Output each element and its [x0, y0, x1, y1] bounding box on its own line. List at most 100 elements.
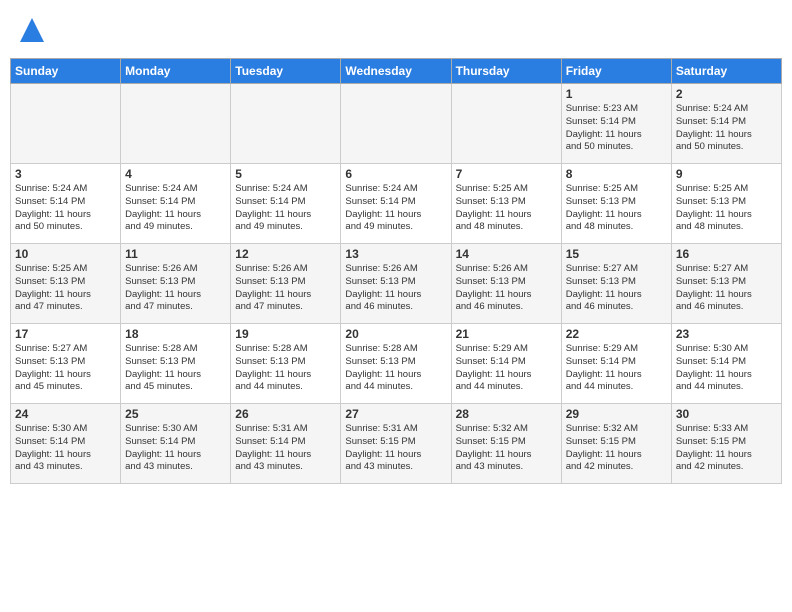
day-info-0-5: Sunrise: 5:23 AM Sunset: 5:14 PM Dayligh… [566, 103, 667, 154]
calendar-cell-3-0: 17Sunrise: 5:27 AM Sunset: 5:13 PM Dayli… [11, 324, 121, 404]
day-number-3-5: 22 [566, 327, 667, 341]
calendar-cell-3-3: 20 Sunrise: 5:28 AM Sunset: 5:13 PM Dayli… [341, 324, 451, 404]
header-monday: Monday [121, 59, 231, 84]
day-info-2-4: Sunrise: 5:26 AM Sunset: 5:13 PM Dayligh… [456, 263, 557, 314]
day-info-4-3: Sunrise: 5:31 AM Sunset: 5:15 PM Dayligh… [345, 423, 446, 474]
day-info-3-4: Sunrise: 5:29 AM Sunset: 5:14 PM Dayligh… [456, 343, 557, 394]
calendar-cell-1-2: 5 Sunrise: 5:24 AM Sunset: 5:14 PM Daylig… [231, 164, 341, 244]
day-number-3-6: 23 [676, 327, 777, 341]
calendar-cell-0-1 [121, 84, 231, 164]
day-number-1-4: 7 [456, 167, 557, 181]
calendar-cell-2-5: 15 Sunrise: 5:27 AM Sunset: 5:13 PM Dayli… [561, 244, 671, 324]
day-info-3-2: Sunrise: 5:28 AM Sunset: 5:13 PM Dayligh… [235, 343, 336, 394]
day-info-1-4: Sunrise: 5:25 AM Sunset: 5:13 PM Dayligh… [456, 183, 557, 234]
header-tuesday: Tuesday [231, 59, 341, 84]
calendar-cell-2-3: 13 Sunrise: 5:26 AM Sunset: 5:13 PM Dayli… [341, 244, 451, 324]
calendar-cell-2-2: 12 Sunrise: 5:26 AM Sunset: 5:13 PM Dayli… [231, 244, 341, 324]
calendar-cell-1-6: 9 Sunrise: 5:25 AM Sunset: 5:13 PM Daylig… [671, 164, 781, 244]
day-number-1-0: 3 [15, 167, 116, 181]
header-sunday: Sunday [11, 59, 121, 84]
day-info-1-3: Sunrise: 5:24 AM Sunset: 5:14 PM Dayligh… [345, 183, 446, 234]
day-number-4-0: 24 [15, 407, 116, 421]
calendar-cell-2-1: 11Sunrise: 5:26 AM Sunset: 5:13 PM Dayli… [121, 244, 231, 324]
day-info-2-3: Sunrise: 5:26 AM Sunset: 5:13 PM Dayligh… [345, 263, 446, 314]
day-info-3-0: Sunrise: 5:27 AM Sunset: 5:13 PM Dayligh… [15, 343, 116, 394]
day-info-3-3: Sunrise: 5:28 AM Sunset: 5:13 PM Dayligh… [345, 343, 446, 394]
day-number-4-4: 28 [456, 407, 557, 421]
calendar-week-0: 1 Sunrise: 5:23 AM Sunset: 5:14 PM Daylig… [11, 84, 782, 164]
day-info-2-0: Sunrise: 5:25 AM Sunset: 5:13 PM Dayligh… [15, 263, 116, 314]
calendar-cell-0-3 [341, 84, 451, 164]
day-number-4-5: 29 [566, 407, 667, 421]
calendar-cell-4-2: 26Sunrise: 5:31 AM Sunset: 5:14 PM Dayli… [231, 404, 341, 484]
day-info-3-6: Sunrise: 5:30 AM Sunset: 5:14 PM Dayligh… [676, 343, 777, 394]
day-number-4-6: 30 [676, 407, 777, 421]
day-number-1-5: 8 [566, 167, 667, 181]
calendar-week-2: 10Sunrise: 5:25 AM Sunset: 5:13 PM Dayli… [11, 244, 782, 324]
calendar-cell-4-1: 25Sunrise: 5:30 AM Sunset: 5:14 PM Dayli… [121, 404, 231, 484]
day-info-4-6: Sunrise: 5:33 AM Sunset: 5:15 PM Dayligh… [676, 423, 777, 474]
day-number-3-3: 20 [345, 327, 446, 341]
day-info-1-6: Sunrise: 5:25 AM Sunset: 5:13 PM Dayligh… [676, 183, 777, 234]
day-info-1-2: Sunrise: 5:24 AM Sunset: 5:14 PM Dayligh… [235, 183, 336, 234]
day-number-2-6: 16 [676, 247, 777, 261]
calendar-cell-2-4: 14 Sunrise: 5:26 AM Sunset: 5:13 PM Dayli… [451, 244, 561, 324]
day-info-1-1: Sunrise: 5:24 AM Sunset: 5:14 PM Dayligh… [125, 183, 226, 234]
calendar-cell-1-4: 7 Sunrise: 5:25 AM Sunset: 5:13 PM Daylig… [451, 164, 561, 244]
calendar-cell-0-0 [11, 84, 121, 164]
day-info-3-1: Sunrise: 5:28 AM Sunset: 5:13 PM Dayligh… [125, 343, 226, 394]
header-saturday: Saturday [671, 59, 781, 84]
calendar-header: Sunday Monday Tuesday Wednesday Thursday… [11, 59, 782, 84]
day-info-3-5: Sunrise: 5:29 AM Sunset: 5:14 PM Dayligh… [566, 343, 667, 394]
header-wednesday: Wednesday [341, 59, 451, 84]
calendar-cell-3-4: 21 Sunrise: 5:29 AM Sunset: 5:14 PM Dayli… [451, 324, 561, 404]
calendar-cell-1-5: 8 Sunrise: 5:25 AM Sunset: 5:13 PM Daylig… [561, 164, 671, 244]
day-number-2-2: 12 [235, 247, 336, 261]
day-info-4-0: Sunrise: 5:30 AM Sunset: 5:14 PM Dayligh… [15, 423, 116, 474]
calendar-cell-1-1: 4 Sunrise: 5:24 AM Sunset: 5:14 PM Daylig… [121, 164, 231, 244]
day-number-0-6: 2 [676, 87, 777, 101]
calendar-cell-0-6: 2 Sunrise: 5:24 AM Sunset: 5:14 PM Daylig… [671, 84, 781, 164]
day-number-1-6: 9 [676, 167, 777, 181]
day-number-2-4: 14 [456, 247, 557, 261]
day-number-1-3: 6 [345, 167, 446, 181]
day-number-4-3: 27 [345, 407, 446, 421]
day-info-4-5: Sunrise: 5:32 AM Sunset: 5:15 PM Dayligh… [566, 423, 667, 474]
day-info-1-5: Sunrise: 5:25 AM Sunset: 5:13 PM Dayligh… [566, 183, 667, 234]
day-info-2-5: Sunrise: 5:27 AM Sunset: 5:13 PM Dayligh… [566, 263, 667, 314]
day-info-0-6: Sunrise: 5:24 AM Sunset: 5:14 PM Dayligh… [676, 103, 777, 154]
day-number-2-3: 13 [345, 247, 446, 261]
day-number-3-4: 21 [456, 327, 557, 341]
calendar-cell-4-0: 24 Sunrise: 5:30 AM Sunset: 5:14 PM Dayli… [11, 404, 121, 484]
calendar-cell-1-0: 3 Sunrise: 5:24 AM Sunset: 5:14 PM Daylig… [11, 164, 121, 244]
calendar-table: Sunday Monday Tuesday Wednesday Thursday… [10, 58, 782, 484]
header-thursday: Thursday [451, 59, 561, 84]
logo [14, 14, 48, 46]
calendar-cell-0-4 [451, 84, 561, 164]
day-info-2-2: Sunrise: 5:26 AM Sunset: 5:13 PM Dayligh… [235, 263, 336, 314]
calendar-cell-3-5: 22 Sunrise: 5:29 AM Sunset: 5:14 PM Dayli… [561, 324, 671, 404]
day-number-4-2: 26 [235, 407, 336, 421]
day-number-2-5: 15 [566, 247, 667, 261]
day-info-1-0: Sunrise: 5:24 AM Sunset: 5:14 PM Dayligh… [15, 183, 116, 234]
page-header [10, 10, 782, 50]
calendar-cell-1-3: 6 Sunrise: 5:24 AM Sunset: 5:14 PM Daylig… [341, 164, 451, 244]
calendar-cell-4-3: 27 Sunrise: 5:31 AM Sunset: 5:15 PM Dayli… [341, 404, 451, 484]
day-info-4-4: Sunrise: 5:32 AM Sunset: 5:15 PM Dayligh… [456, 423, 557, 474]
calendar-week-4: 24 Sunrise: 5:30 AM Sunset: 5:14 PM Dayli… [11, 404, 782, 484]
day-number-1-2: 5 [235, 167, 336, 181]
calendar-cell-0-2 [231, 84, 341, 164]
day-number-3-1: 18 [125, 327, 226, 341]
day-number-3-2: 19 [235, 327, 336, 341]
calendar-body: 1 Sunrise: 5:23 AM Sunset: 5:14 PM Daylig… [11, 84, 782, 484]
header-friday: Friday [561, 59, 671, 84]
calendar-cell-3-1: 18 Sunrise: 5:28 AM Sunset: 5:13 PM Dayli… [121, 324, 231, 404]
day-info-2-6: Sunrise: 5:27 AM Sunset: 5:13 PM Dayligh… [676, 263, 777, 314]
calendar-week-3: 17Sunrise: 5:27 AM Sunset: 5:13 PM Dayli… [11, 324, 782, 404]
calendar-cell-4-6: 30 Sunrise: 5:33 AM Sunset: 5:15 PM Dayli… [671, 404, 781, 484]
calendar-cell-2-6: 16 Sunrise: 5:27 AM Sunset: 5:13 PM Dayli… [671, 244, 781, 324]
day-number-2-1: 11 [125, 247, 226, 261]
day-number-0-5: 1 [566, 87, 667, 101]
calendar-cell-0-5: 1 Sunrise: 5:23 AM Sunset: 5:14 PM Daylig… [561, 84, 671, 164]
day-number-1-1: 4 [125, 167, 226, 181]
